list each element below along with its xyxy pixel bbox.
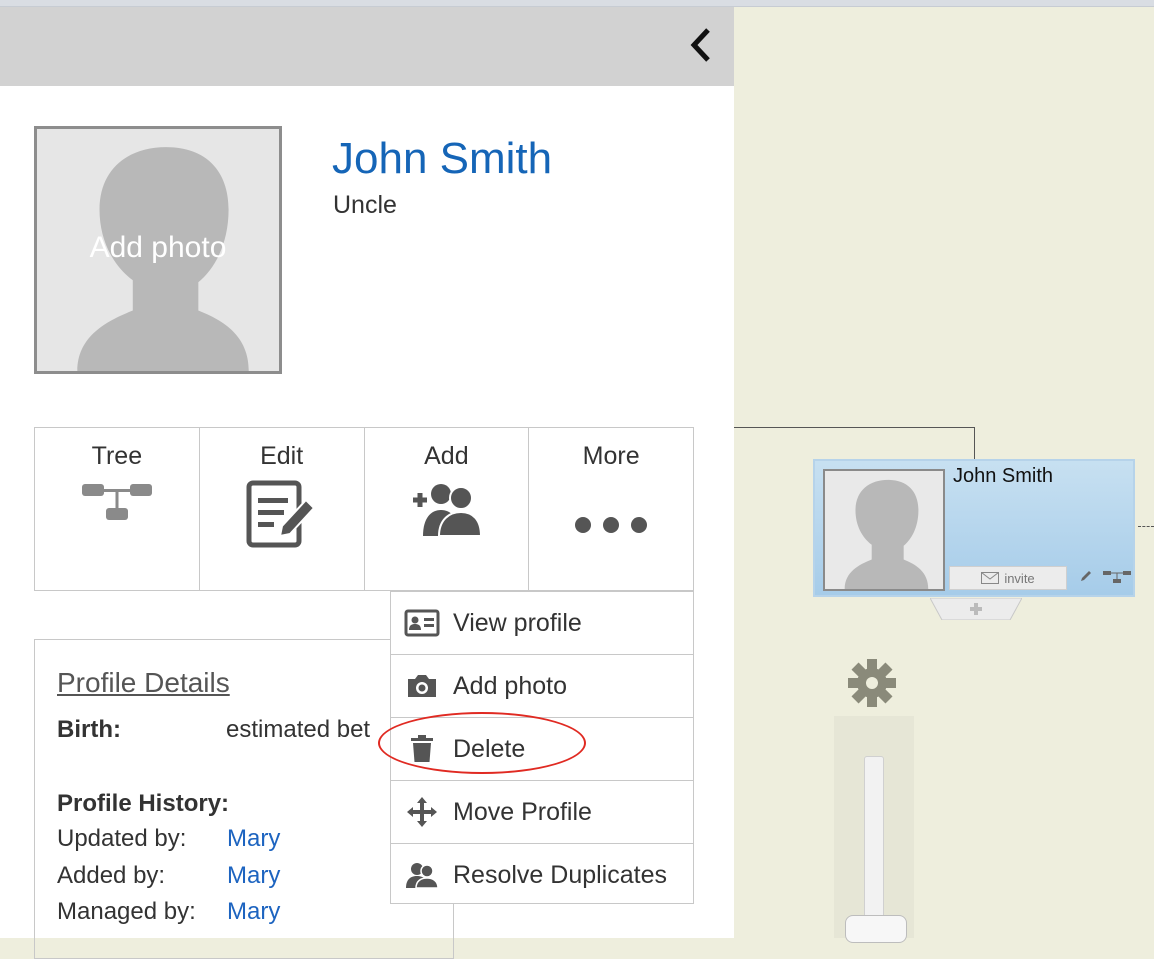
tree-icon <box>81 484 152 520</box>
window-top-border <box>0 0 1154 7</box>
action-bar: Tree Edit Add More <box>34 427 694 591</box>
menu-item-label: Add photo <box>453 671 567 700</box>
profile-relation: Uncle <box>333 191 397 219</box>
node-avatar[interactable] <box>823 469 945 591</box>
menu-item-delete[interactable]: Delete <box>391 718 693 781</box>
more-action-button[interactable]: More <box>529 428 693 590</box>
action-label: Add <box>424 442 469 470</box>
edit-icon <box>246 480 316 548</box>
tree-action-button[interactable]: Tree <box>35 428 200 590</box>
history-user-link[interactable]: Mary <box>227 898 280 926</box>
menu-item-label: Delete <box>453 734 526 763</box>
add-relative-tab[interactable] <box>930 598 1022 620</box>
panel-header <box>0 7 734 86</box>
history-label: Added by: <box>57 862 166 889</box>
zoom-slider-rail[interactable] <box>864 756 884 938</box>
profile-history-title: Profile History: <box>57 790 230 817</box>
history-user-link[interactable]: Mary <box>227 825 280 853</box>
chevron-left-icon <box>690 28 710 62</box>
envelope-icon <box>981 572 1000 584</box>
node-name[interactable]: John Smith <box>953 465 1053 488</box>
history-row: Added by: Mary <box>57 862 280 890</box>
history-label: Updated by: <box>57 825 187 852</box>
trash-icon <box>411 735 433 762</box>
menu-item-label: View profile <box>453 608 582 637</box>
add-photo-label[interactable]: Add photo <box>37 231 279 265</box>
edit-action-button[interactable]: Edit <box>200 428 365 590</box>
menu-item-label: Resolve Duplicates <box>453 860 667 889</box>
tree-icon[interactable] <box>1103 570 1131 584</box>
add-person-icon <box>413 484 483 537</box>
profile-photo[interactable]: Add photo <box>34 126 282 374</box>
action-label: Edit <box>260 442 304 470</box>
invite-button[interactable]: invite <box>949 566 1067 590</box>
add-action-button[interactable]: Add <box>365 428 530 590</box>
profile-name[interactable]: John Smith <box>332 134 552 184</box>
collapse-panel-button[interactable] <box>684 23 716 67</box>
action-label: More <box>582 442 640 470</box>
history-user-link[interactable]: Mary <box>227 862 280 890</box>
connector-line <box>734 427 975 428</box>
birth-value: estimated bet <box>226 716 371 743</box>
menu-item-resolve-duplicates[interactable]: Resolve Duplicates <box>391 844 693 906</box>
profile-details-title[interactable]: Profile Details <box>57 667 230 699</box>
action-label: Tree <box>91 442 143 470</box>
tree-node-card[interactable]: John Smith invite <box>813 459 1135 597</box>
more-menu: View profile Add photo Delete Move Profi… <box>390 591 694 904</box>
move-icon <box>407 797 437 827</box>
connector-line <box>974 427 975 460</box>
silhouette-icon <box>844 479 929 589</box>
menu-item-add-photo[interactable]: Add photo <box>391 655 693 718</box>
history-label: Managed by: <box>57 898 196 925</box>
pencil-icon[interactable] <box>1079 569 1093 583</box>
menu-item-move-profile[interactable]: Move Profile <box>391 781 693 844</box>
menu-item-label: Move Profile <box>453 797 592 826</box>
connector-line-dashed <box>1138 526 1154 527</box>
id-card-icon <box>404 609 440 637</box>
camera-icon <box>408 675 436 697</box>
menu-item-view-profile[interactable]: View profile <box>391 592 693 655</box>
zoom-slider-handle[interactable] <box>845 915 907 943</box>
birth-label: Birth: <box>57 716 121 743</box>
ellipsis-icon <box>575 517 648 533</box>
gear-icon[interactable] <box>846 657 898 709</box>
history-row: Managed by: Mary <box>57 898 280 926</box>
history-row: Updated by: Mary <box>57 825 280 853</box>
invite-label: invite <box>1004 570 1035 586</box>
duplicates-icon <box>406 863 439 889</box>
